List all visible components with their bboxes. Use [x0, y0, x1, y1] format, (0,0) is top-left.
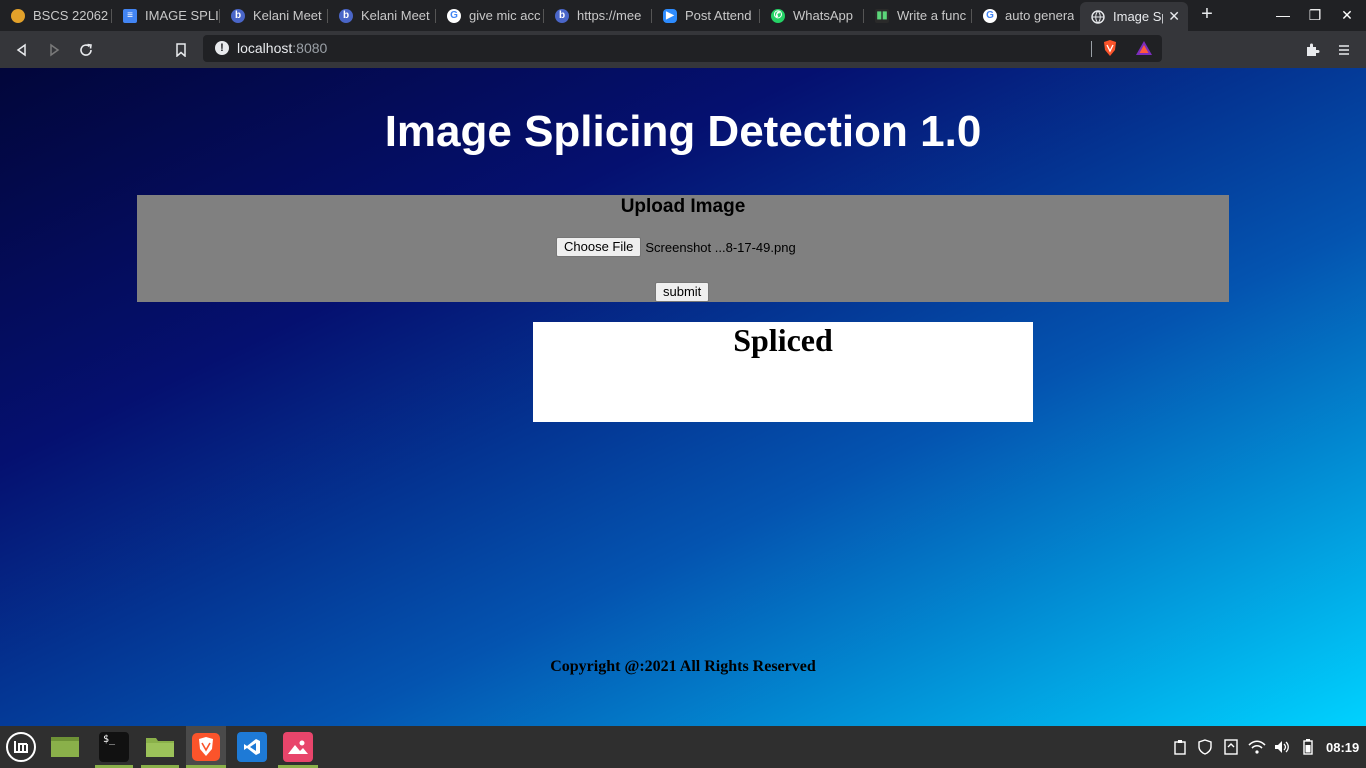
bigbluebutton-icon: b [555, 8, 569, 23]
url-text: localhost:8080 [237, 40, 328, 56]
terminal-icon[interactable]: $_ [99, 732, 129, 762]
file-input[interactable]: Choose File Screenshot ...8-17-49.png [556, 237, 796, 257]
new-tab-button[interactable]: + [1196, 3, 1218, 25]
minimize-icon[interactable]: — [1273, 5, 1293, 25]
brave-browser-icon[interactable] [186, 726, 226, 768]
tab-image-splicing[interactable]: Image Sp ✕ [1080, 2, 1188, 31]
site-info-icon[interactable]: ! [215, 41, 229, 55]
tab-give-mic[interactable]: G give mic acc [436, 2, 544, 29]
whatsapp-icon: ✆ [771, 8, 785, 23]
tab-write-func[interactable]: ▮▮ Write a func [864, 2, 972, 29]
bookmark-icon[interactable] [170, 39, 192, 61]
google-icon: G [983, 8, 997, 23]
close-window-icon[interactable]: ✕ [1337, 5, 1357, 25]
image-viewer-icon[interactable] [283, 732, 313, 762]
bigbluebutton-icon: b [231, 8, 245, 23]
zoom-icon: ▶ [663, 8, 677, 23]
brave-shield-icon[interactable] [1101, 39, 1119, 62]
selected-file-name: Screenshot ...8-17-49.png [645, 239, 796, 255]
mint-menu-icon[interactable] [5, 731, 37, 763]
google-icon: G [447, 8, 461, 23]
google-docs-icon: ≡ [123, 8, 137, 23]
upload-heading: Upload Image [620, 196, 746, 217]
show-desktop-icon[interactable] [50, 732, 80, 762]
taskbar: $_ 08:19 [0, 726, 1366, 768]
clock[interactable]: 08:19 [1326, 740, 1359, 755]
forward-button[interactable] [43, 39, 65, 61]
result-box: Spliced [533, 322, 1033, 422]
copyright-footer: Copyright @:2021 All Rights Reserved [550, 658, 816, 675]
upload-form: Upload Image Choose File Screenshot ...8… [137, 195, 1229, 302]
extensions-icon[interactable] [1301, 39, 1323, 61]
tab-image-splic-doc[interactable]: ≡ IMAGE SPLIC [112, 2, 220, 29]
volume-icon[interactable] [1273, 738, 1291, 756]
tab-meet-url[interactable]: b https://mee [544, 2, 652, 29]
bigbluebutton-icon: b [339, 8, 353, 23]
result-label: Spliced [733, 322, 833, 358]
menu-icon[interactable] [1333, 39, 1355, 61]
moodle-icon [11, 8, 25, 23]
clipboard-icon[interactable] [1171, 738, 1189, 756]
page-title: Image Splicing Detection 1.0 [384, 107, 982, 156]
tab-post-attend[interactable]: ▶ Post Attend [652, 2, 760, 29]
site-icon: ▮▮ [875, 8, 889, 23]
vscode-icon[interactable] [237, 732, 267, 762]
globe-icon [1091, 9, 1105, 24]
maximize-icon[interactable]: ❐ [1305, 5, 1325, 25]
tab-kelani-meet-1[interactable]: b Kelani Meet [220, 2, 328, 29]
shield-icon[interactable] [1196, 738, 1214, 756]
tab-strip: BSCS 22062 ≡ IMAGE SPLIC b Kelani Meet b… [0, 0, 1366, 31]
back-button[interactable] [11, 39, 33, 61]
brave-rewards-icon[interactable] [1135, 40, 1153, 61]
page-viewport: Image Splicing Detection 1.0 Upload Imag… [0, 68, 1366, 726]
reload-button[interactable] [75, 39, 97, 61]
tab-whatsapp[interactable]: ✆ WhatsApp [760, 2, 864, 29]
submit-button[interactable]: submit [655, 282, 710, 302]
update-manager-icon[interactable] [1222, 738, 1240, 756]
tab-bscs[interactable]: BSCS 22062 [0, 2, 112, 29]
address-bar[interactable]: ! localhost:8080 [203, 35, 1162, 62]
battery-icon[interactable] [1299, 738, 1317, 756]
choose-file-button[interactable]: Choose File [556, 237, 642, 257]
tab-auto-genera[interactable]: G auto genera [972, 2, 1080, 29]
files-icon[interactable] [145, 732, 175, 762]
wifi-icon[interactable] [1248, 738, 1266, 756]
close-tab-icon[interactable]: ✕ [1168, 8, 1180, 25]
tab-kelani-meet-2[interactable]: b Kelani Meet [328, 2, 436, 29]
